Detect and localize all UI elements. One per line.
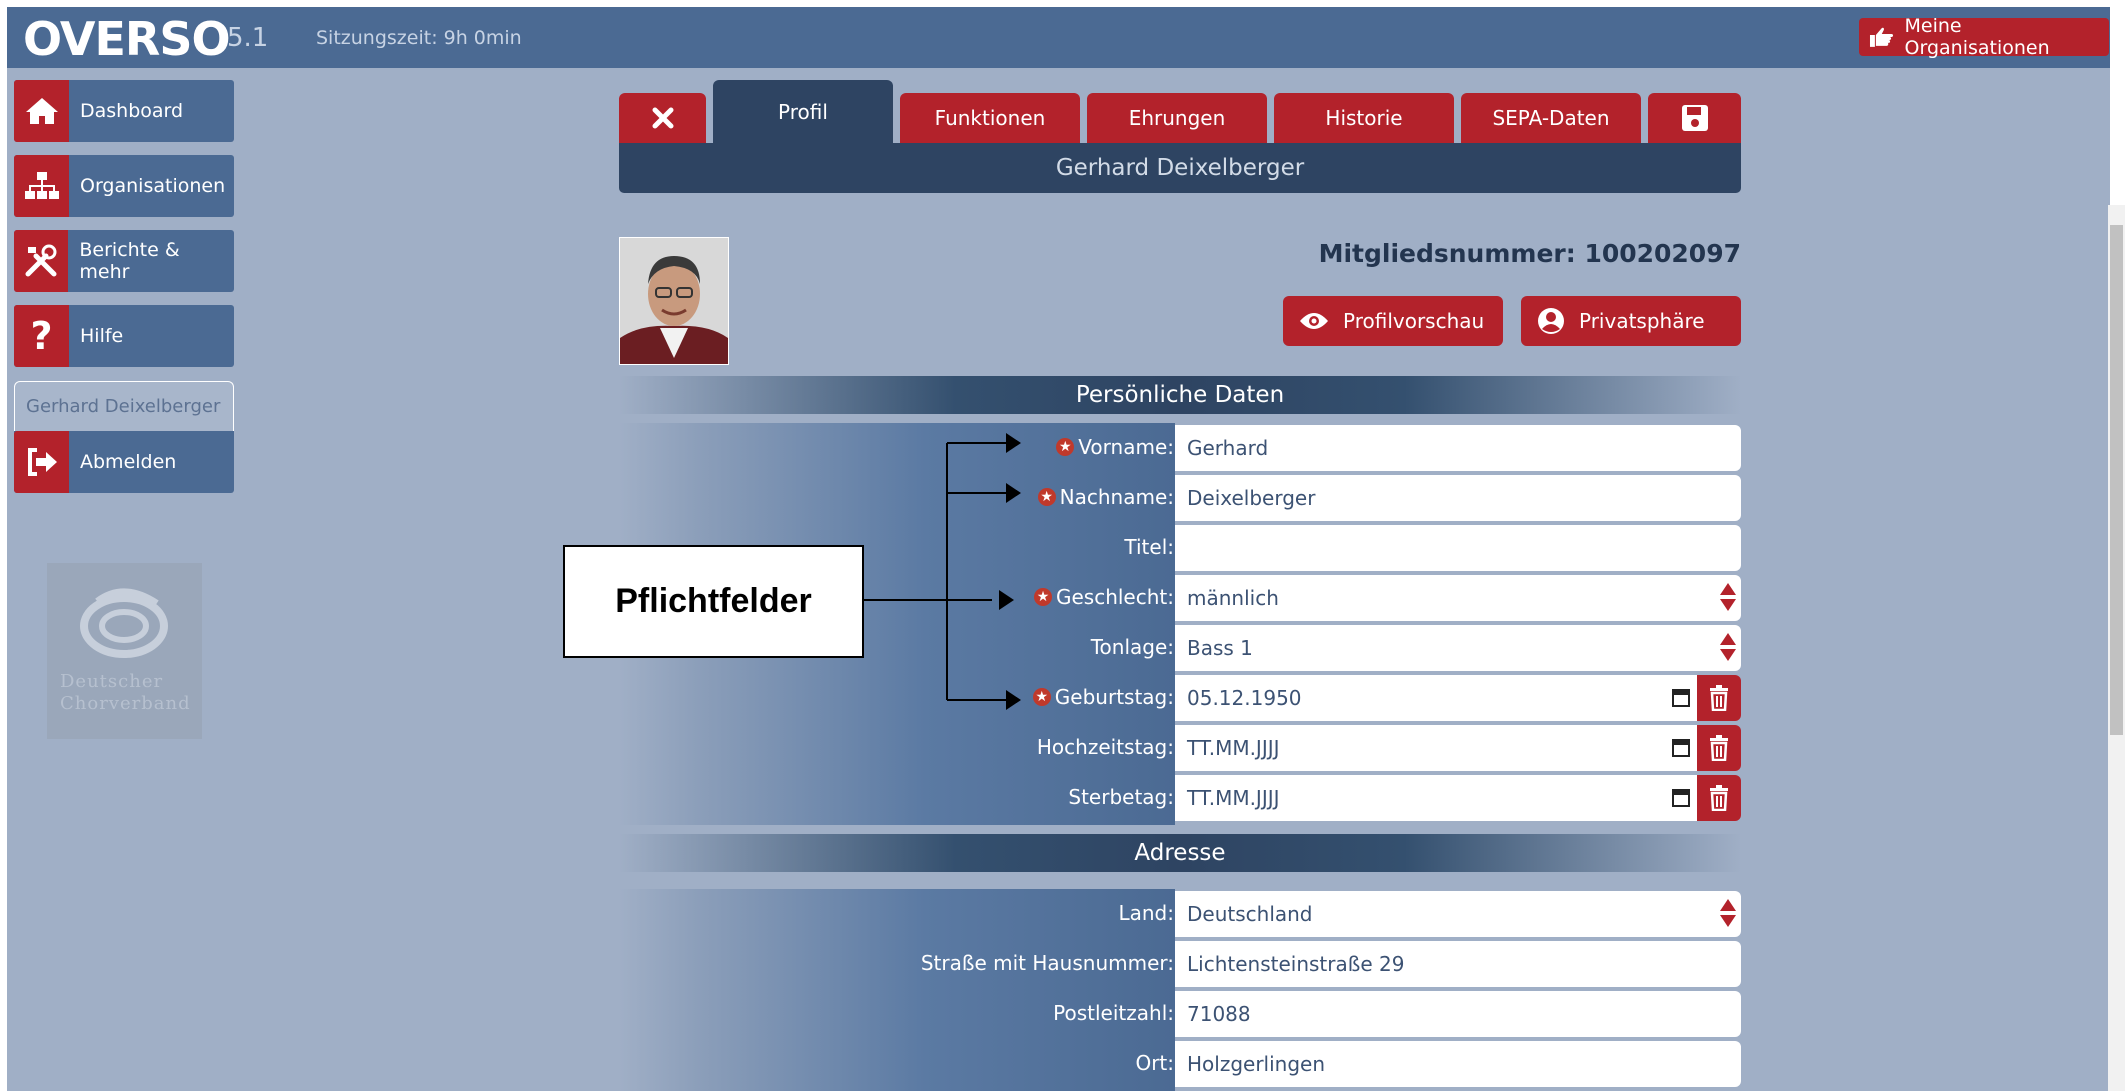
scrollbar-thumb[interactable] [2110, 225, 2123, 735]
required-fields-callout: Pflichtfelder [563, 545, 864, 658]
app-window: OVERSO 5.1 Sitzungszeit: 9h 0min Meine O… [7, 7, 2110, 1091]
annotation-arrows [864, 433, 1021, 710]
